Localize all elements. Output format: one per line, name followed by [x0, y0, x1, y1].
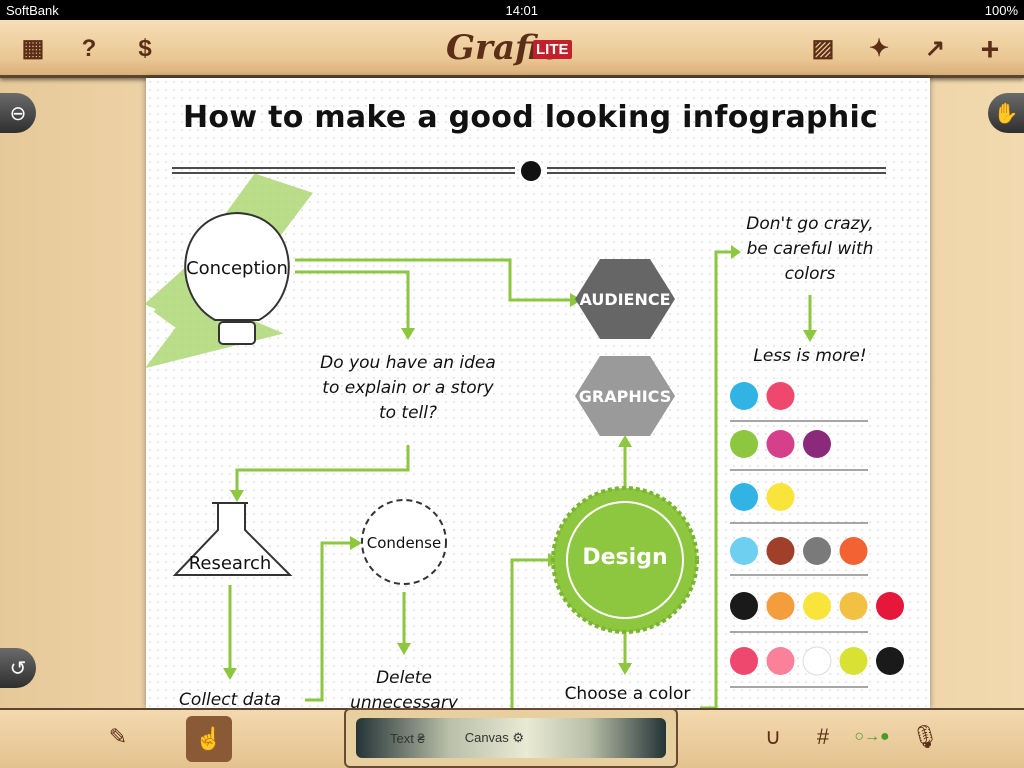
- color-swatch: [730, 647, 758, 675]
- canvas-mode-label: Canvas: [464, 730, 509, 745]
- color-palettes: [730, 382, 904, 676]
- mode-switcher: Text ₴ Canvas ⚙: [344, 708, 678, 768]
- question-text: Do you have an idea to explain or a stor…: [298, 351, 518, 426]
- color-swatch: [766, 483, 795, 511]
- color-swatch: [839, 537, 868, 565]
- select-tool-button[interactable]: ☝: [186, 716, 232, 762]
- connector-lines: [228, 250, 812, 710]
- condense-label: Condense: [366, 534, 442, 552]
- delete-text: Delete unnecessary: [344, 666, 464, 708]
- design-label: Design: [582, 545, 668, 570]
- color-swatch: [839, 592, 868, 620]
- research-label: Research: [188, 553, 272, 574]
- color-swatch: [730, 537, 758, 565]
- color-swatch: [876, 592, 904, 620]
- page-title: How to make a good looking infographic: [183, 100, 879, 135]
- color-swatch: [766, 647, 795, 675]
- canvas-mode-tab[interactable]: Canvas ⚙: [465, 730, 524, 746]
- color-swatch: [803, 592, 831, 620]
- question-line: Do you have an idea: [320, 353, 496, 373]
- magnet-icon[interactable]: ∪: [758, 724, 788, 750]
- delete-line: unnecessary: [350, 693, 458, 708]
- question-line: to tell?: [378, 403, 438, 423]
- tip-line: Don't go crazy,: [746, 214, 874, 234]
- color-swatch: [839, 647, 868, 675]
- color-swatch: [766, 430, 795, 458]
- tip-line: be careful with: [746, 239, 874, 259]
- color-swatch: [803, 430, 831, 458]
- canvas-settings-icon: ⚙: [512, 730, 525, 745]
- pencil-icon[interactable]: ✎: [103, 724, 133, 750]
- question-line: to explain or a story: [322, 378, 494, 398]
- color-swatch: [730, 592, 758, 620]
- tip-text: Don't go crazy, be careful with colors: [730, 212, 890, 287]
- choose-color-label: Choose a color: [564, 684, 691, 704]
- delete-line: Delete: [376, 668, 432, 688]
- color-swatch: [730, 430, 758, 458]
- color-swatch: [802, 646, 832, 676]
- text-icon: ₴: [417, 730, 425, 746]
- less-is-more-label: Less is more!: [753, 346, 867, 366]
- grafio-logo-mark: [521, 161, 541, 181]
- microphone-icon[interactable]: 🎙: [910, 724, 940, 750]
- color-swatch: [730, 382, 758, 410]
- color-swatch: [803, 537, 831, 565]
- color-swatch: [766, 592, 795, 620]
- audience-label: AUDIENCE: [579, 290, 671, 309]
- arrowheads: [223, 245, 817, 680]
- grid-snap-icon[interactable]: #: [808, 724, 838, 750]
- conception-label: Conception: [186, 258, 288, 279]
- color-swatch: [766, 382, 795, 410]
- color-swatch: [876, 647, 904, 675]
- text-mode-label: Text: [390, 730, 414, 746]
- tip-line: colors: [784, 264, 836, 284]
- connector-icon[interactable]: ○→●: [852, 728, 892, 746]
- graphics-label: GRAPHICS: [578, 387, 672, 406]
- color-swatch: [730, 483, 758, 511]
- text-mode-tab[interactable]: Text ₴: [390, 731, 425, 746]
- color-swatch: [766, 537, 795, 565]
